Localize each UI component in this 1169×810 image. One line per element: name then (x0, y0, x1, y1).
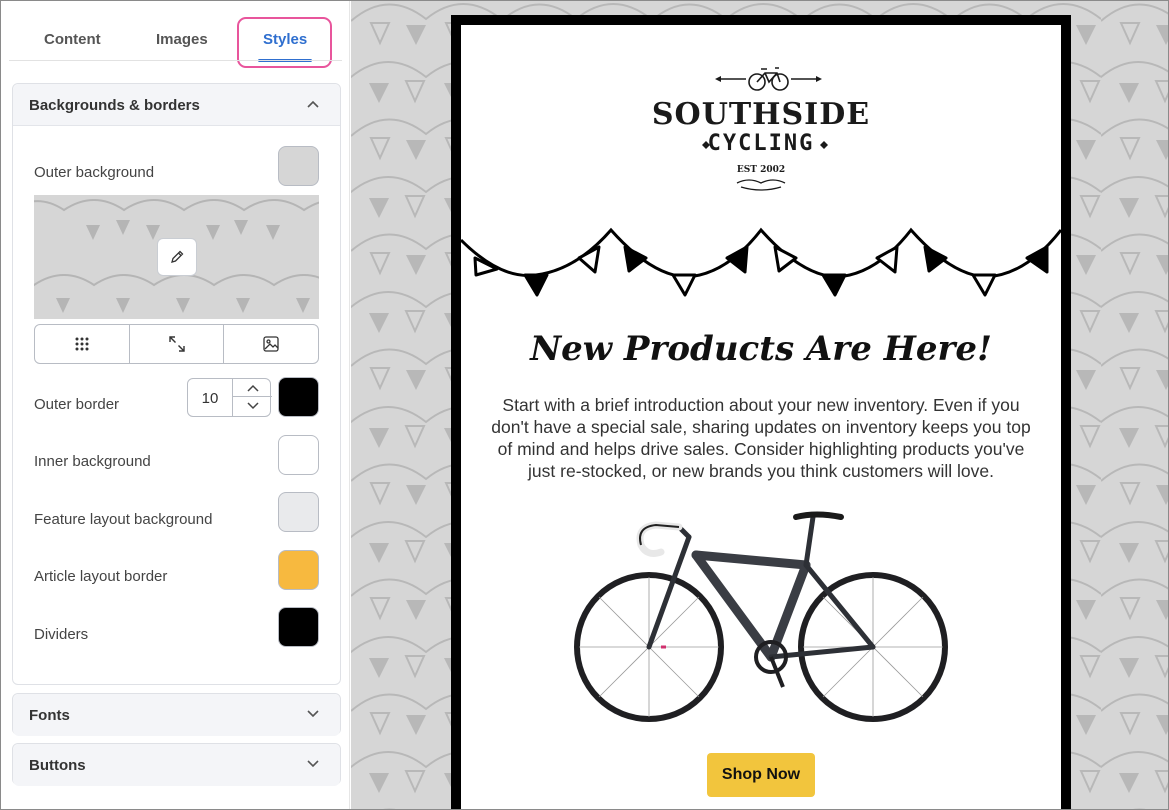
tab-content[interactable]: Content (44, 31, 101, 48)
outer-border-swatch[interactable] (278, 377, 319, 417)
chevron-up-icon (307, 100, 319, 108)
pennant-banner (461, 227, 1061, 297)
chevron-down-icon (307, 710, 319, 718)
dividers-swatch[interactable] (278, 607, 319, 647)
outer-border-label: Outer border (34, 396, 120, 413)
tab-images[interactable]: Images (156, 31, 208, 48)
email-preview: SOUTHSIDE CYCLING EST 2002 New Products … (451, 15, 1071, 810)
chevron-up-icon (246, 384, 259, 392)
email-body-text[interactable]: Start with a brief introduction about yo… (489, 394, 1033, 482)
increment-button[interactable] (233, 379, 272, 397)
styles-panel: Content Images Styles Backgrounds & bord… (1, 1, 350, 809)
feature-layout-background-swatch[interactable] (278, 492, 319, 532)
article-layout-border-label: Article layout border (34, 568, 168, 585)
outer-border-width-value[interactable]: 10 (188, 390, 232, 407)
tab-bar: Content Images Styles (1, 1, 350, 68)
stepper-arrows (232, 379, 272, 416)
section-buttons[interactable]: Buttons (12, 743, 341, 786)
outer-background-swatch[interactable] (278, 146, 319, 186)
chevron-down-icon (246, 402, 259, 410)
shop-now-button[interactable]: Shop Now (707, 753, 815, 797)
logo-established: EST 2002 (736, 165, 786, 175)
grid-dots-icon (75, 337, 89, 351)
inner-background-label: Inner background (34, 453, 151, 470)
choose-image-button[interactable] (224, 325, 318, 363)
section-header-fonts[interactable]: Fonts (13, 694, 340, 736)
logo-flourish (736, 179, 786, 191)
tab-highlight-outline (237, 17, 332, 68)
section-header-buttons[interactable]: Buttons (13, 744, 340, 786)
logo-subtitle: CYCLING (707, 131, 815, 156)
section-fonts[interactable]: Fonts (12, 693, 341, 736)
background-image-tools (34, 324, 319, 364)
stretch-image-button[interactable] (130, 325, 225, 363)
expand-icon (168, 336, 185, 352)
decrement-button[interactable] (233, 397, 272, 415)
logo-name: SOUTHSIDE (651, 97, 871, 132)
section-title: Backgrounds & borders (29, 97, 200, 114)
tile-image-button[interactable] (35, 325, 130, 363)
chevron-down-icon (307, 760, 319, 768)
section-header-backgrounds[interactable]: Backgrounds & borders (13, 84, 340, 126)
outer-background-label: Outer background (34, 164, 155, 181)
email-headline[interactable]: New Products Are Here! (461, 329, 1061, 369)
section-title: Buttons (29, 757, 86, 774)
road-bike-image[interactable] (461, 497, 1061, 737)
feature-layout-background-label: Feature layout background (34, 511, 213, 528)
inner-background-swatch[interactable] (278, 435, 319, 475)
article-layout-border-swatch[interactable] (278, 550, 319, 590)
outer-border-width-stepper[interactable]: 10 (187, 378, 272, 417)
pencil-icon (171, 250, 184, 263)
section-title: Fonts (29, 707, 70, 724)
dividers-label: Dividers (34, 626, 89, 643)
edit-background-image-button[interactable] (157, 238, 197, 276)
image-icon (263, 336, 279, 352)
